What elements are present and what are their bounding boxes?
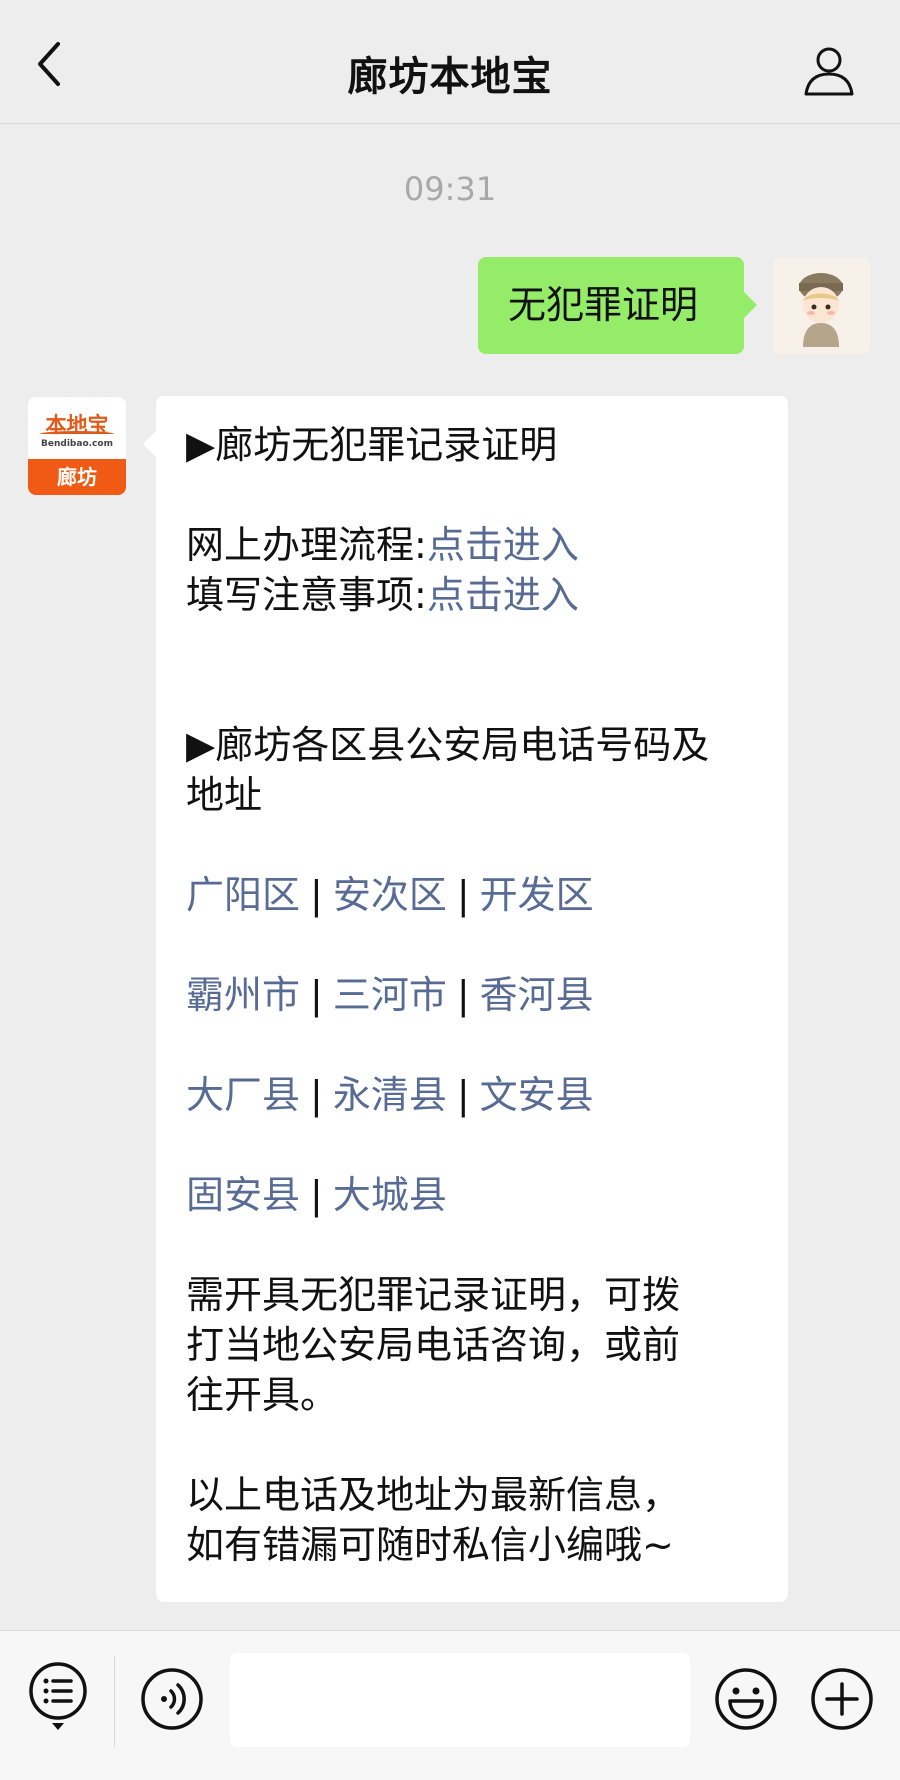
- notes-row: 填写注意事项:点击进入: [186, 570, 760, 620]
- district-link[interactable]: 固安县: [186, 1173, 300, 1217]
- avatar-arc: [40, 431, 114, 437]
- update-line: 如有错漏可随时私信小编哦~: [186, 1523, 674, 1567]
- outgoing-message-text: 无犯罪证明: [508, 283, 699, 327]
- profile-button[interactable]: [802, 44, 856, 98]
- district-link[interactable]: 大厂县: [186, 1073, 300, 1117]
- notice-line: 往开具。: [186, 1373, 339, 1417]
- notice-line: 打当地公安局电话咨询，或前: [186, 1323, 681, 1367]
- smiley-icon: [715, 1668, 777, 1730]
- avatar-site-text: Bendibao.com: [41, 439, 113, 449]
- separator: |: [310, 1073, 323, 1117]
- message-input[interactable]: [230, 1653, 690, 1747]
- district-link[interactable]: 永清县: [333, 1073, 447, 1117]
- person-icon: [804, 47, 854, 96]
- notice-line: 需开具无犯罪记录证明，可拨: [186, 1273, 681, 1317]
- menu-button[interactable]: [26, 1661, 90, 1731]
- plus-icon: [811, 1668, 873, 1730]
- district-link[interactable]: 安次区: [333, 873, 447, 917]
- district-link[interactable]: 三河市: [333, 973, 447, 1017]
- cartoon-avatar-icon: [773, 257, 870, 354]
- district-link[interactable]: 广阳区: [186, 873, 300, 917]
- heading-police-line2: 地址: [186, 773, 263, 817]
- notes-label: 填写注意事项:: [186, 573, 427, 617]
- heading-certificate: ▶廊坊无犯罪记录证明: [186, 423, 558, 467]
- divider: [114, 1655, 115, 1747]
- bubble-tail: [143, 430, 157, 458]
- district-row: 广阳区 | 安次区 | 开发区: [186, 870, 760, 920]
- my-avatar[interactable]: [773, 257, 870, 354]
- chat-header: 廊坊本地宝: [0, 0, 900, 124]
- input-bar: [0, 1630, 900, 1780]
- bubble-tail: [743, 291, 757, 319]
- official-account-avatar[interactable]: 本地宝 Bendibao.com 廊坊: [28, 397, 126, 495]
- online-process-label: 网上办理流程:: [186, 523, 427, 567]
- voice-button[interactable]: [140, 1667, 204, 1731]
- more-button[interactable]: [810, 1667, 874, 1731]
- notes-link[interactable]: 点击进入: [427, 573, 579, 617]
- chat-title: 廊坊本地宝: [347, 54, 553, 100]
- separator: |: [310, 973, 323, 1017]
- voice-icon: [141, 1668, 203, 1730]
- district-row: 固安县 | 大城县: [186, 1170, 760, 1220]
- menu-list-icon: [29, 1662, 87, 1730]
- avatar-city-text: 廊坊: [28, 459, 126, 495]
- online-process-row: 网上办理流程:点击进入: [186, 520, 760, 570]
- district-link[interactable]: 大城县: [333, 1173, 447, 1217]
- district-link[interactable]: 开发区: [480, 873, 594, 917]
- district-link[interactable]: 霸州市: [186, 973, 300, 1017]
- separator: |: [456, 873, 470, 917]
- separator: |: [456, 973, 470, 1017]
- separator: |: [310, 873, 323, 917]
- emoji-button[interactable]: [714, 1667, 778, 1731]
- separator: |: [456, 1073, 470, 1117]
- incoming-message-bubble: ▶廊坊无犯罪记录证明 网上办理流程:点击进入 填写注意事项:点击进入 ▶廊坊各区…: [143, 396, 788, 1602]
- district-link[interactable]: 香河县: [480, 973, 594, 1017]
- separator: |: [310, 1173, 323, 1217]
- update-line: 以上电话及地址为最新信息，: [186, 1473, 681, 1517]
- online-process-link[interactable]: 点击进入: [427, 523, 579, 567]
- district-link[interactable]: 文安县: [480, 1073, 594, 1117]
- message-timestamp: 09:31: [403, 170, 497, 208]
- district-row: 大厂县 | 永清县 | 文安县: [186, 1070, 760, 1120]
- district-row: 霸州市 | 三河市 | 香河县: [186, 970, 760, 1020]
- outgoing-message-bubble[interactable]: 无犯罪证明: [478, 257, 757, 354]
- heading-police-line1: ▶廊坊各区县公安局电话号码及: [186, 723, 710, 767]
